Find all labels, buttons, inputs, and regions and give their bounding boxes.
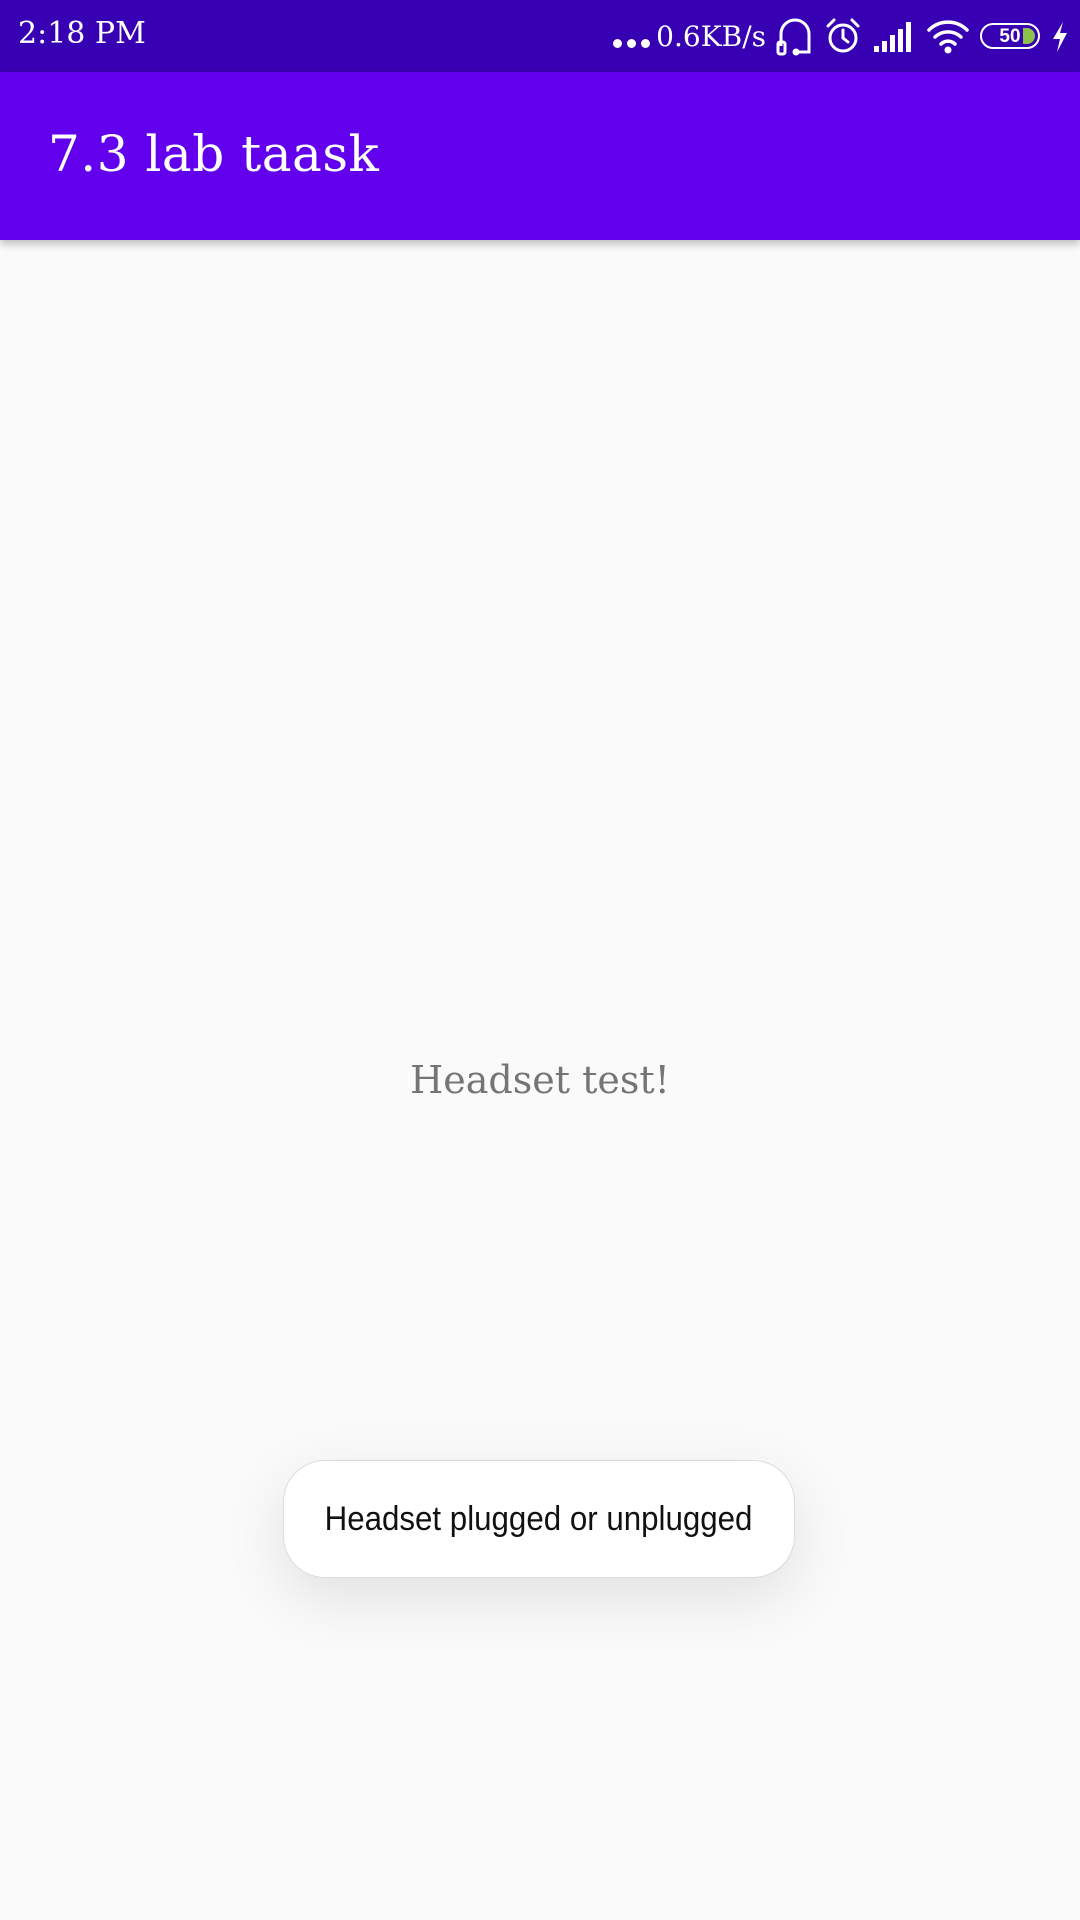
toast: Headset plugged or unplugged	[283, 1460, 795, 1578]
battery-fill	[1023, 28, 1035, 44]
toast-message: Headset plugged or unplugged	[325, 1499, 753, 1538]
charging-icon	[1053, 22, 1067, 52]
status-bar: 2:18 PM 0.6KB/s 50	[0, 0, 1080, 72]
headset-status-text: Headset test!	[410, 1058, 670, 1102]
wifi-icon	[927, 20, 969, 54]
status-time: 2:18 PM	[18, 16, 146, 51]
alarm-icon	[826, 18, 860, 53]
more-dots-icon	[613, 38, 651, 48]
battery-level: 50	[999, 25, 1021, 47]
app-title: 7.3 lab taask	[48, 125, 380, 183]
battery-icon: 50	[980, 23, 1040, 49]
app-bar: 7.3 lab taask	[0, 72, 1080, 240]
signal-icon	[874, 22, 911, 52]
network-speed: 0.6KB/s	[656, 19, 766, 53]
headset-icon	[776, 18, 811, 56]
status-icons: 0.6KB/s 50	[613, 12, 1070, 60]
